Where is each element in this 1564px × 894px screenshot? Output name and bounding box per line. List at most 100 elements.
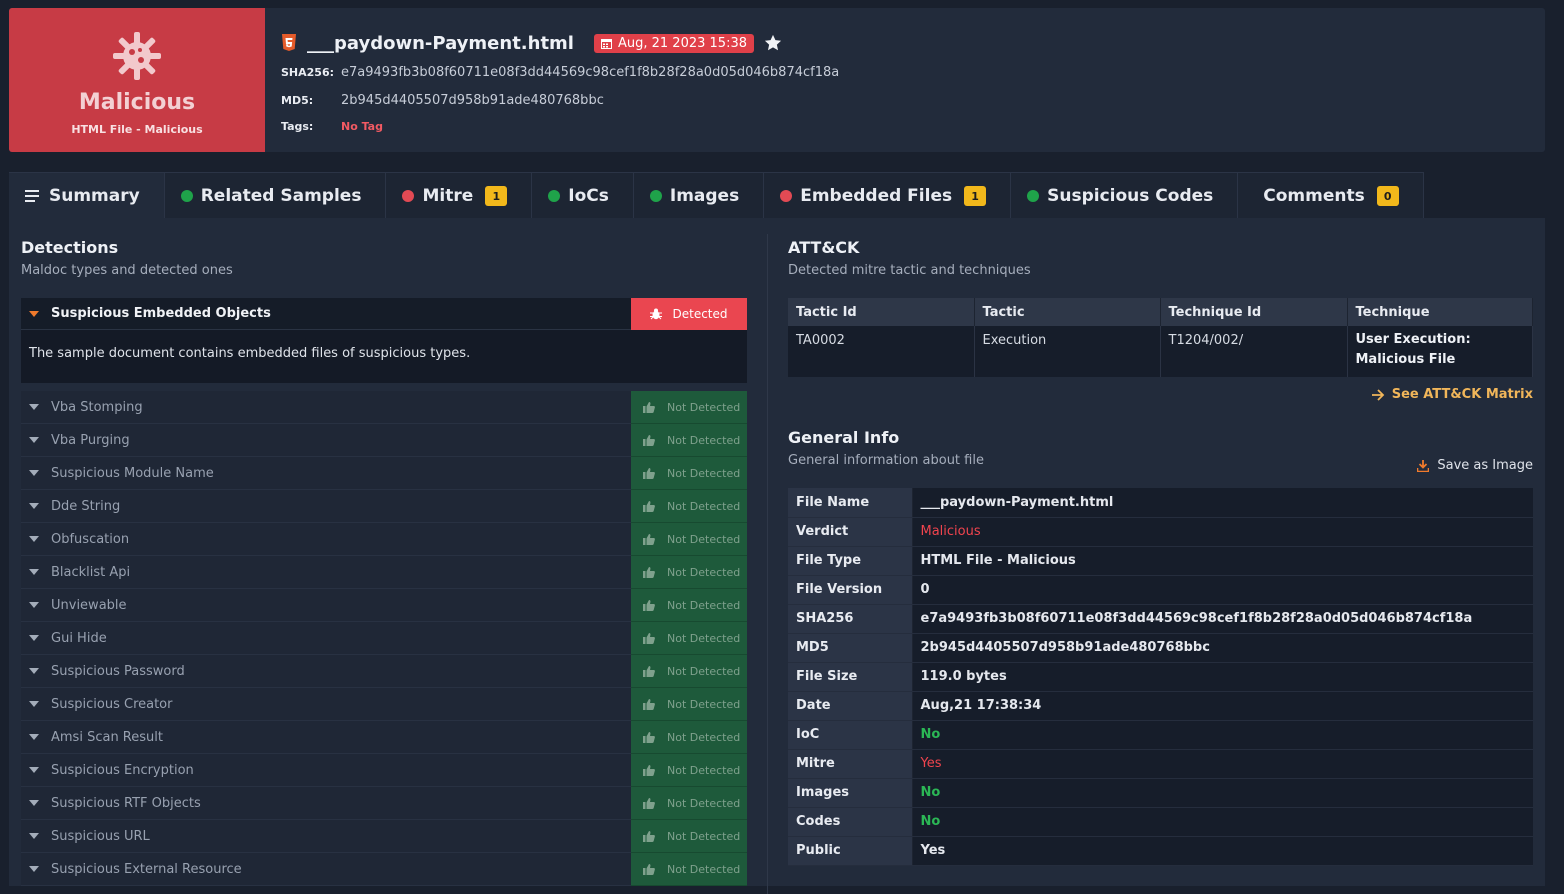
status-dot-green [1027,190,1040,202]
not-detected-label: Not Detected [667,829,741,843]
detection-item[interactable]: Suspicious RTF Objects Not Detected [21,787,747,820]
detection-name: Blacklist Api [51,564,131,580]
detection-name: Vba Purging [51,432,130,448]
save-as-image-button[interactable]: Save as Image [1417,458,1533,473]
column-header: Technique [1347,298,1533,326]
sha256-value: e7a9493fb3b08f60711e08f3dd44569c98cef1f8… [341,64,840,80]
attack-title: ATT&CK [788,238,860,257]
tab-label: Images [669,186,740,206]
table-cell: TA0002 [788,326,975,377]
info-value: Yes [912,749,1533,779]
summary-content: Detections Maldoc types and detected one… [9,218,1545,894]
thumbs-up-icon [643,501,655,512]
info-value: No [912,778,1533,808]
tab-related-samples[interactable]: Related Samples [164,173,387,219]
detection-item[interactable]: Amsi Scan Result Not Detected [21,721,747,754]
caret-down-icon [29,734,39,740]
detection-name: Suspicious Creator [51,696,173,712]
thumbs-up-icon [643,831,655,842]
detection-item[interactable]: Suspicious Creator Not Detected [21,688,747,721]
status-dot-green [548,190,561,202]
detection-item[interactable]: Suspicious Module Name Not Detected [21,457,747,490]
info-key: Codes [788,807,913,837]
attack-table: Tactic Id Tactic Technique Id Technique … [788,298,1533,377]
detection-item[interactable]: Vba Purging Not Detected [21,424,747,457]
tags-label: Tags: [281,119,314,133]
tab-mitre[interactable]: Mitre 1 [386,173,533,219]
thumbs-up-icon [643,732,655,743]
not-detected-badge: Not Detected [631,787,747,820]
md5-label: MD5: [281,93,314,107]
not-detected-badge: Not Detected [631,721,747,754]
detection-name: Suspicious Module Name [51,465,214,481]
info-value: Yes [912,836,1533,866]
count-badge: 1 [485,186,508,206]
tab-summary[interactable]: Summary [9,173,165,219]
info-value: 0 [912,575,1533,605]
detection-item[interactable]: Dde String Not Detected [21,490,747,523]
thumbs-up-icon [643,600,655,611]
not-detected-badge: Not Detected [631,655,747,688]
general-info-header: General Info General information about f… [788,428,1533,473]
detection-item[interactable]: Suspicious Password Not Detected [21,655,747,688]
not-detected-badge: Not Detected [631,490,747,523]
general-info-row: Verdict Malicious [788,517,1533,547]
detected-badge: Detected [631,298,747,330]
caret-down-icon [29,437,39,443]
detection-item[interactable]: Suspicious URL Not Detected [21,820,747,853]
detection-item[interactable]: Obfuscation Not Detected [21,523,747,556]
detection-item[interactable]: Blacklist Api Not Detected [21,556,747,589]
thumbs-up-icon [643,567,655,578]
tab-bar: Summary Related Samples Mitre 1 IoCs Ima… [9,172,1424,219]
thumbs-up-icon [643,402,655,413]
not-detected-label: Not Detected [667,763,741,777]
detection-description: The sample document contains embedded fi… [29,346,471,361]
detection-name: Unviewable [51,597,127,613]
column-divider [767,234,768,894]
detection-item-header[interactable]: Suspicious Embedded Objects Detected [21,298,747,330]
tab-iocs[interactable]: IoCs [532,173,634,219]
tab-images[interactable]: Images [633,173,765,219]
general-info-row: IoC No [788,720,1533,750]
tab-label: IoCs [568,186,609,206]
thumbs-up-icon [643,633,655,644]
general-info-row: SHA256 e7a9493fb3b08f60711e08f3dd44569c98… [788,604,1533,634]
caret-down-icon [29,404,39,410]
general-info-row: MD5 2b945d4405507d958b91ade480768bbc [788,633,1533,663]
star-icon[interactable] [764,34,782,52]
info-value: Aug,21 17:38:34 [912,691,1533,721]
tab-comments[interactable]: Comments 0 [1238,173,1424,219]
not-detected-badge: Not Detected [631,688,747,721]
arrow-right-icon [1371,388,1385,401]
see-attack-matrix-link[interactable]: See ATT&CK Matrix [788,387,1533,402]
detection-item[interactable]: Gui Hide Not Detected [21,622,747,655]
caret-down-icon [29,833,39,839]
download-icon [1417,459,1430,472]
not-detected-badge: Not Detected [631,589,747,622]
tab-embedded-files[interactable]: Embedded Files 1 [764,173,1012,219]
detection-item[interactable]: Vba Stomping Not Detected [21,391,747,424]
not-detected-badge: Not Detected [631,424,747,457]
bug-icon [650,308,663,320]
detection-item[interactable]: Unviewable Not Detected [21,589,747,622]
not-detected-label: Not Detected [667,664,741,678]
status-dot-green [180,190,193,202]
info-key: IoC [788,720,913,750]
not-detected-label: Not Detected [667,400,741,414]
not-detected-label: Not Detected [667,499,741,513]
tab-label: Suspicious Codes [1047,186,1214,206]
table-row: TA0002 Execution T1204/002/ User Executi… [788,326,1533,377]
detection-name: Gui Hide [51,630,107,646]
menu-icon [25,190,39,202]
caret-down-icon [29,767,39,773]
detection-item[interactable]: Suspicious Encryption Not Detected [21,754,747,787]
detected-label: Detected [672,307,728,321]
tab-suspicious-codes[interactable]: Suspicious Codes [1011,173,1239,219]
detection-name: Obfuscation [51,531,130,547]
thumbs-up-icon [643,534,655,545]
detection-item[interactable]: Suspicious External Resource Not Detected [21,853,747,886]
detection-name: Amsi Scan Result [51,729,163,745]
not-detected-label: Not Detected [667,532,741,546]
not-detected-label: Not Detected [667,433,741,447]
not-detected-badge: Not Detected [631,523,747,556]
